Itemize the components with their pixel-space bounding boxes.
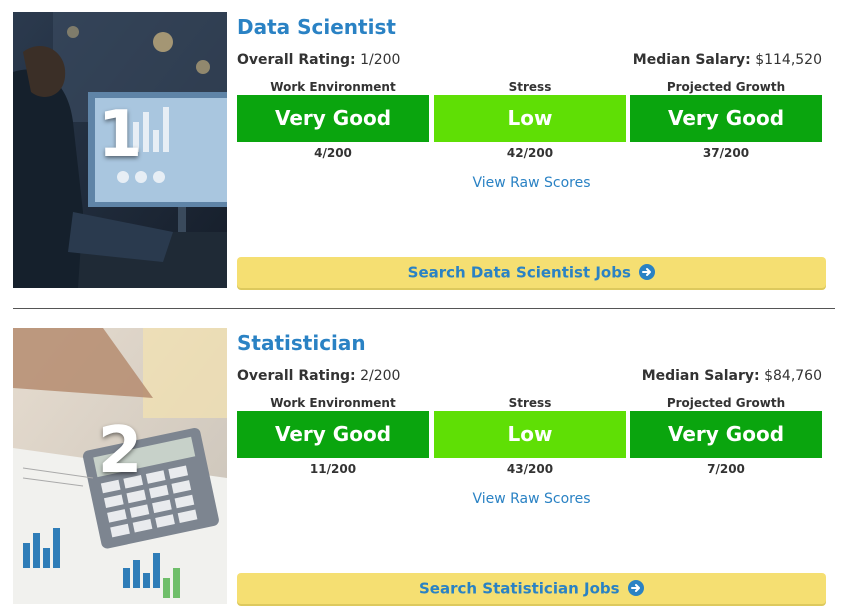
- metric-label: Projected Growth: [666, 80, 786, 94]
- metric-label: Work Environment: [270, 80, 396, 94]
- job-info: Data Scientist Overall Rating: 1/200 Med…: [237, 12, 826, 288]
- arrow-circle-right-icon: [639, 263, 656, 280]
- metrics-row: Work Environment Very Good 11/200 Stress…: [237, 395, 822, 476]
- metric-rating-box: Low: [434, 411, 626, 458]
- median-salary-label: Median Salary:: [641, 368, 760, 384]
- metric-score: 42/200: [506, 146, 554, 160]
- job-title[interactable]: Data Scientist: [237, 14, 396, 40]
- metric-score: 37/200: [702, 146, 750, 160]
- job-photo-data-scientist: 1: [13, 12, 227, 288]
- metric-label: Projected Growth: [666, 396, 786, 410]
- search-jobs-label: Search Data Scientist Jobs: [407, 263, 631, 282]
- metric-score: 43/200: [506, 462, 554, 476]
- metric-rating-box: Low: [434, 95, 626, 142]
- metric-rating-box: Very Good: [237, 95, 429, 142]
- median-salary-value: $84,760: [764, 368, 822, 384]
- overall-rating-value: 1/200: [360, 52, 401, 68]
- job-info: Statistician Overall Rating: 2/200 Media…: [237, 328, 826, 604]
- job-card-data-scientist: 1 Data Scientist Overall Rating: 1/200 M…: [13, 12, 826, 288]
- metric-score: 4/200: [314, 146, 352, 160]
- metric-rating-box: Very Good: [630, 411, 822, 458]
- metric-label: Work Environment: [270, 396, 396, 410]
- rating-row: Overall Rating: 1/200 Median Salary: $11…: [237, 50, 822, 70]
- rating-row: Overall Rating: 2/200 Median Salary: $84…: [237, 366, 822, 386]
- rank-number: 2: [97, 414, 143, 488]
- divider: [13, 308, 835, 309]
- metric-rating-box: Very Good: [630, 95, 822, 142]
- search-jobs-button[interactable]: Search Data Scientist Jobs: [237, 257, 826, 288]
- metric-stress: Stress Low 42/200: [434, 79, 626, 160]
- metric-work-environment: Work Environment Very Good 11/200: [237, 395, 429, 476]
- job-photo-statistician: 2: [13, 328, 227, 604]
- metrics-row: Work Environment Very Good 4/200 Stress …: [237, 79, 822, 160]
- search-jobs-button[interactable]: Search Statistician Jobs: [237, 573, 826, 604]
- median-salary-label: Median Salary:: [632, 52, 751, 68]
- overall-rating-value: 2/200: [360, 368, 401, 384]
- median-salary-value: $114,520: [755, 52, 822, 68]
- job-title[interactable]: Statistician: [237, 330, 366, 356]
- metric-score: 7/200: [707, 462, 745, 476]
- search-jobs-label: Search Statistician Jobs: [419, 579, 620, 598]
- job-card-statistician: 2 Statistician Overall Rating: 2/200 Med…: [13, 328, 826, 604]
- view-raw-scores-link[interactable]: View Raw Scores: [237, 489, 826, 509]
- arrow-circle-right-icon: [628, 579, 644, 596]
- overall-rating-label: Overall Rating:: [237, 368, 356, 384]
- metric-label: Stress: [508, 80, 552, 94]
- metric-projected-growth: Projected Growth Very Good 37/200: [630, 79, 822, 160]
- overall-rating-label: Overall Rating:: [237, 52, 356, 68]
- metric-stress: Stress Low 43/200: [434, 395, 626, 476]
- metric-rating-box: Very Good: [237, 411, 429, 458]
- metric-projected-growth: Projected Growth Very Good 7/200: [630, 395, 822, 476]
- view-raw-scores-link[interactable]: View Raw Scores: [237, 173, 826, 193]
- metric-label: Stress: [508, 396, 552, 410]
- metric-work-environment: Work Environment Very Good 4/200: [237, 79, 429, 160]
- rank-number: 1: [97, 98, 143, 172]
- metric-score: 11/200: [309, 462, 357, 476]
